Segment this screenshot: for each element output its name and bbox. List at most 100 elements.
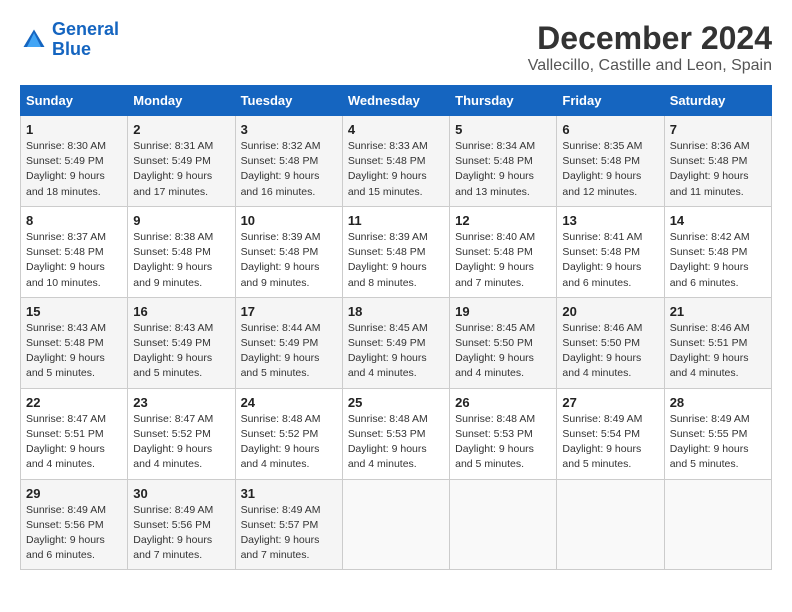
calendar-cell: 18 Sunrise: 8:45 AMSunset: 5:49 PMDaylig… [342, 297, 449, 388]
calendar-cell: 28 Sunrise: 8:49 AMSunset: 5:55 PMDaylig… [664, 388, 771, 479]
logo-general: General [52, 19, 119, 39]
day-detail: Sunrise: 8:33 AMSunset: 5:48 PMDaylight:… [348, 140, 428, 198]
calendar-cell: 19 Sunrise: 8:45 AMSunset: 5:50 PMDaylig… [450, 297, 557, 388]
calendar-cell: 1 Sunrise: 8:30 AMSunset: 5:49 PMDayligh… [21, 116, 128, 207]
header-thursday: Thursday [450, 86, 557, 116]
day-number: 25 [348, 395, 444, 410]
header: General Blue December 2024 Vallecillo, C… [20, 20, 772, 75]
calendar-cell: 26 Sunrise: 8:48 AMSunset: 5:53 PMDaylig… [450, 388, 557, 479]
day-number: 24 [241, 395, 337, 410]
day-number: 14 [670, 213, 766, 228]
page-title: December 2024 [528, 20, 772, 57]
day-detail: Sunrise: 8:49 AMSunset: 5:56 PMDaylight:… [133, 504, 213, 562]
day-detail: Sunrise: 8:32 AMSunset: 5:48 PMDaylight:… [241, 140, 321, 198]
day-number: 28 [670, 395, 766, 410]
day-detail: Sunrise: 8:49 AMSunset: 5:57 PMDaylight:… [241, 504, 321, 562]
day-number: 22 [26, 395, 122, 410]
calendar-cell [664, 479, 771, 570]
calendar-cell: 27 Sunrise: 8:49 AMSunset: 5:54 PMDaylig… [557, 388, 664, 479]
day-number: 5 [455, 122, 551, 137]
day-number: 18 [348, 304, 444, 319]
day-detail: Sunrise: 8:38 AMSunset: 5:48 PMDaylight:… [133, 231, 213, 289]
day-detail: Sunrise: 8:48 AMSunset: 5:53 PMDaylight:… [348, 413, 428, 471]
calendar-cell: 30 Sunrise: 8:49 AMSunset: 5:56 PMDaylig… [128, 479, 235, 570]
day-detail: Sunrise: 8:41 AMSunset: 5:48 PMDaylight:… [562, 231, 642, 289]
header-friday: Friday [557, 86, 664, 116]
day-number: 2 [133, 122, 229, 137]
day-detail: Sunrise: 8:46 AMSunset: 5:50 PMDaylight:… [562, 322, 642, 380]
day-number: 1 [26, 122, 122, 137]
day-detail: Sunrise: 8:37 AMSunset: 5:48 PMDaylight:… [26, 231, 106, 289]
day-number: 30 [133, 486, 229, 501]
calendar-cell: 21 Sunrise: 8:46 AMSunset: 5:51 PMDaylig… [664, 297, 771, 388]
day-number: 20 [562, 304, 658, 319]
day-detail: Sunrise: 8:47 AMSunset: 5:51 PMDaylight:… [26, 413, 106, 471]
calendar-cell: 29 Sunrise: 8:49 AMSunset: 5:56 PMDaylig… [21, 479, 128, 570]
day-number: 4 [348, 122, 444, 137]
week-row-4: 22 Sunrise: 8:47 AMSunset: 5:51 PMDaylig… [21, 388, 772, 479]
day-number: 27 [562, 395, 658, 410]
calendar-table: SundayMondayTuesdayWednesdayThursdayFrid… [20, 85, 772, 570]
calendar-cell: 31 Sunrise: 8:49 AMSunset: 5:57 PMDaylig… [235, 479, 342, 570]
calendar-cell [342, 479, 449, 570]
calendar-cell: 14 Sunrise: 8:42 AMSunset: 5:48 PMDaylig… [664, 206, 771, 297]
day-detail: Sunrise: 8:36 AMSunset: 5:48 PMDaylight:… [670, 140, 750, 198]
day-detail: Sunrise: 8:44 AMSunset: 5:49 PMDaylight:… [241, 322, 321, 380]
calendar-cell: 10 Sunrise: 8:39 AMSunset: 5:48 PMDaylig… [235, 206, 342, 297]
calendar-cell: 7 Sunrise: 8:36 AMSunset: 5:48 PMDayligh… [664, 116, 771, 207]
day-detail: Sunrise: 8:49 AMSunset: 5:54 PMDaylight:… [562, 413, 642, 471]
calendar-cell: 22 Sunrise: 8:47 AMSunset: 5:51 PMDaylig… [21, 388, 128, 479]
day-detail: Sunrise: 8:39 AMSunset: 5:48 PMDaylight:… [241, 231, 321, 289]
day-number: 29 [26, 486, 122, 501]
day-detail: Sunrise: 8:34 AMSunset: 5:48 PMDaylight:… [455, 140, 535, 198]
calendar-cell: 11 Sunrise: 8:39 AMSunset: 5:48 PMDaylig… [342, 206, 449, 297]
day-number: 12 [455, 213, 551, 228]
calendar-cell: 12 Sunrise: 8:40 AMSunset: 5:48 PMDaylig… [450, 206, 557, 297]
calendar-cell: 23 Sunrise: 8:47 AMSunset: 5:52 PMDaylig… [128, 388, 235, 479]
week-row-3: 15 Sunrise: 8:43 AMSunset: 5:48 PMDaylig… [21, 297, 772, 388]
calendar-cell: 6 Sunrise: 8:35 AMSunset: 5:48 PMDayligh… [557, 116, 664, 207]
calendar-cell: 8 Sunrise: 8:37 AMSunset: 5:48 PMDayligh… [21, 206, 128, 297]
day-number: 31 [241, 486, 337, 501]
calendar-cell: 24 Sunrise: 8:48 AMSunset: 5:52 PMDaylig… [235, 388, 342, 479]
day-number: 13 [562, 213, 658, 228]
calendar-cell: 16 Sunrise: 8:43 AMSunset: 5:49 PMDaylig… [128, 297, 235, 388]
day-detail: Sunrise: 8:39 AMSunset: 5:48 PMDaylight:… [348, 231, 428, 289]
day-detail: Sunrise: 8:45 AMSunset: 5:50 PMDaylight:… [455, 322, 535, 380]
day-detail: Sunrise: 8:43 AMSunset: 5:49 PMDaylight:… [133, 322, 213, 380]
day-number: 9 [133, 213, 229, 228]
header-sunday: Sunday [21, 86, 128, 116]
day-detail: Sunrise: 8:30 AMSunset: 5:49 PMDaylight:… [26, 140, 106, 198]
logo-blue: Blue [52, 39, 91, 59]
calendar-cell: 25 Sunrise: 8:48 AMSunset: 5:53 PMDaylig… [342, 388, 449, 479]
calendar-cell: 3 Sunrise: 8:32 AMSunset: 5:48 PMDayligh… [235, 116, 342, 207]
day-detail: Sunrise: 8:49 AMSunset: 5:55 PMDaylight:… [670, 413, 750, 471]
day-number: 3 [241, 122, 337, 137]
week-row-1: 1 Sunrise: 8:30 AMSunset: 5:49 PMDayligh… [21, 116, 772, 207]
day-detail: Sunrise: 8:47 AMSunset: 5:52 PMDaylight:… [133, 413, 213, 471]
day-detail: Sunrise: 8:49 AMSunset: 5:56 PMDaylight:… [26, 504, 106, 562]
calendar-cell: 20 Sunrise: 8:46 AMSunset: 5:50 PMDaylig… [557, 297, 664, 388]
day-number: 16 [133, 304, 229, 319]
day-number: 19 [455, 304, 551, 319]
calendar-header-row: SundayMondayTuesdayWednesdayThursdayFrid… [21, 86, 772, 116]
calendar-cell: 13 Sunrise: 8:41 AMSunset: 5:48 PMDaylig… [557, 206, 664, 297]
day-number: 8 [26, 213, 122, 228]
header-wednesday: Wednesday [342, 86, 449, 116]
day-detail: Sunrise: 8:31 AMSunset: 5:49 PMDaylight:… [133, 140, 213, 198]
day-detail: Sunrise: 8:46 AMSunset: 5:51 PMDaylight:… [670, 322, 750, 380]
day-number: 6 [562, 122, 658, 137]
day-detail: Sunrise: 8:40 AMSunset: 5:48 PMDaylight:… [455, 231, 535, 289]
title-area: December 2024 Vallecillo, Castille and L… [528, 20, 772, 75]
day-detail: Sunrise: 8:42 AMSunset: 5:48 PMDaylight:… [670, 231, 750, 289]
day-number: 17 [241, 304, 337, 319]
calendar-cell [450, 479, 557, 570]
week-row-5: 29 Sunrise: 8:49 AMSunset: 5:56 PMDaylig… [21, 479, 772, 570]
calendar-cell: 5 Sunrise: 8:34 AMSunset: 5:48 PMDayligh… [450, 116, 557, 207]
day-detail: Sunrise: 8:48 AMSunset: 5:52 PMDaylight:… [241, 413, 321, 471]
logo-icon [20, 26, 48, 54]
day-number: 11 [348, 213, 444, 228]
header-saturday: Saturday [664, 86, 771, 116]
page-subtitle: Vallecillo, Castille and Leon, Spain [528, 57, 772, 75]
calendar-cell [557, 479, 664, 570]
